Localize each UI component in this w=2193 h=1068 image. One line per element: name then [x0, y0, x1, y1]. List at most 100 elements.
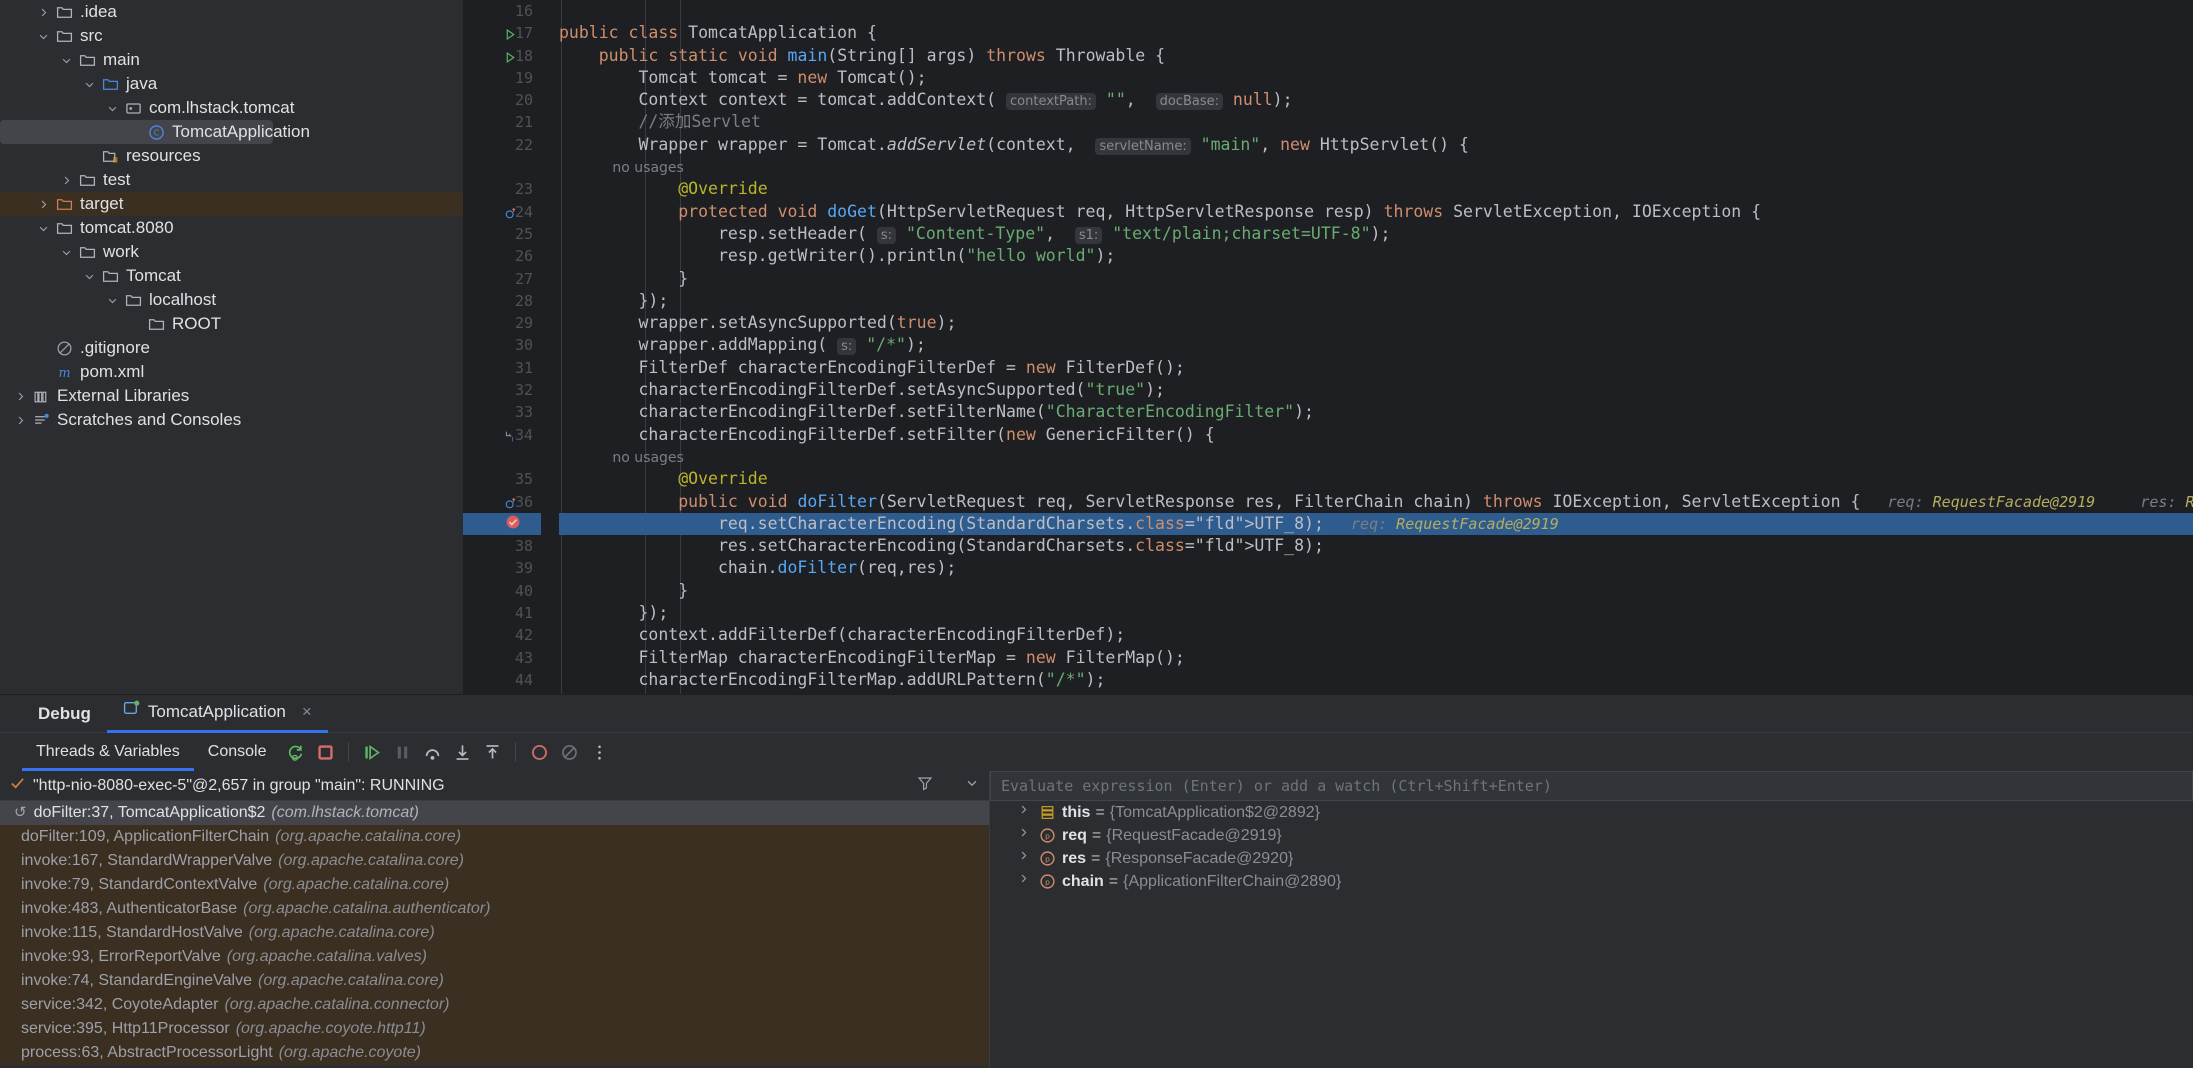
code-line-39[interactable]: chain.doFilter(req,res);	[559, 557, 2193, 579]
view-breakpoints-button[interactable]	[524, 737, 554, 767]
code-line-38[interactable]: res.setCharacterEncoding(StandardCharset…	[559, 535, 2193, 557]
gutter-line-35[interactable]: 35	[463, 468, 541, 490]
code-line-41[interactable]: });	[559, 602, 2193, 624]
gutter-line-27[interactable]: 27	[463, 268, 541, 290]
gutter-line-44[interactable]: 44	[463, 669, 541, 691]
frame-row[interactable]: doFilter:109, ApplicationFilterChain(org…	[0, 825, 989, 849]
gutter-line-34[interactable]: I34	[463, 424, 541, 446]
chevron-right-icon[interactable]	[56, 175, 76, 186]
gutter-line-17[interactable]: 17	[463, 22, 541, 44]
project-tool-window[interactable]: .ideasrcmainjava com.lhstack.tomcat CTom…	[0, 0, 463, 694]
breakpoint-icon[interactable]	[505, 514, 521, 536]
code-line-30[interactable]: wrapper.addMapping( s: "/*");	[559, 334, 2193, 356]
variable-row[interactable]: preq={RequestFacade@2919}	[990, 824, 2193, 847]
thread-status-bar[interactable]: "http-nio-8080-exec-5"@2,657 in group "m…	[0, 771, 989, 801]
frames-panel[interactable]: "http-nio-8080-exec-5"@2,657 in group "m…	[0, 771, 990, 1068]
step-over-button[interactable]	[417, 737, 447, 767]
code-line-34[interactable]: characterEncodingFilterDef.setFilter(new…	[559, 424, 2193, 446]
code-line-26[interactable]: resp.getWriter().println("hello world");	[559, 245, 2193, 267]
code-line-25[interactable]: resp.setHeader( s: "Content-Type", s1: "…	[559, 223, 2193, 245]
code-line-22[interactable]: Wrapper wrapper = Tomcat.addServlet(cont…	[559, 134, 2193, 156]
gutter-line-24[interactable]: 24	[463, 201, 541, 223]
tree-item-tomcat-8080[interactable]: tomcat.8080	[0, 216, 463, 240]
code-line-28[interactable]: });	[559, 290, 2193, 312]
gutter-line-blank[interactable]	[463, 156, 541, 178]
gutter-line-31[interactable]: 31	[463, 357, 541, 379]
frame-row[interactable]: invoke:79, StandardContextValve(org.apac…	[0, 873, 989, 897]
gutter-line-39[interactable]: 39	[463, 557, 541, 579]
gutter-line-38[interactable]: 38	[463, 535, 541, 557]
code-line-43[interactable]: FilterMap characterEncodingFilterMap = n…	[559, 647, 2193, 669]
chevron-right-icon[interactable]	[1018, 801, 1029, 824]
variable-row[interactable]: this={TomcatApplication$2@2892}	[990, 801, 2193, 824]
tree-item-resources[interactable]: resources	[0, 144, 463, 168]
chevron-right-icon[interactable]	[10, 391, 30, 402]
tree-item-localhost[interactable]: localhost	[0, 288, 463, 312]
code-editor[interactable]: 161718192021222324252627282930313233I343…	[463, 0, 2193, 694]
code-line-37[interactable]: req.setCharacterEncoding(StandardCharset…	[559, 513, 2193, 535]
chevron-right-icon[interactable]	[33, 199, 53, 210]
gutter-line-40[interactable]: 40	[463, 580, 541, 602]
chevron-down-icon[interactable]	[79, 271, 99, 282]
gutter-line-23[interactable]: 23	[463, 178, 541, 200]
gutter-line-45[interactable]: 45	[463, 691, 541, 694]
code-line-31[interactable]: FilterDef characterEncodingFilterDef = n…	[559, 357, 2193, 379]
variable-row[interactable]: pres={ResponseFacade@2920}	[990, 847, 2193, 870]
gutter-line-32[interactable]: 32	[463, 379, 541, 401]
debug-tool-window[interactable]: Debug TomcatApplication × Threads & Vari…	[0, 694, 2193, 1068]
tree-item-java[interactable]: java	[0, 72, 463, 96]
chevron-down-icon[interactable]	[33, 223, 53, 234]
chevron-right-icon[interactable]	[1018, 847, 1029, 870]
variables-panel[interactable]: Evaluate expression (Enter) or add a wat…	[990, 771, 2193, 1068]
step-out-button[interactable]	[477, 737, 507, 767]
gutter-line-41[interactable]: 41	[463, 602, 541, 624]
code-line-40[interactable]: }	[559, 580, 2193, 602]
evaluate-expression-input[interactable]: Evaluate expression (Enter) or add a wat…	[990, 771, 2193, 801]
code-line-inlay[interactable]: no usages	[559, 446, 2193, 468]
gutter-line-22[interactable]: 22	[463, 134, 541, 156]
chevron-down-icon[interactable]	[79, 79, 99, 90]
mute-breakpoints-button[interactable]	[554, 737, 584, 767]
gutter-line-29[interactable]: 29	[463, 312, 541, 334]
code-line-27[interactable]: }	[559, 268, 2193, 290]
code-line-45[interactable]: characterEncodingFilterMap.setFilterName…	[559, 691, 2193, 694]
tree-item-com-lhstack-tomcat[interactable]: com.lhstack.tomcat	[0, 96, 463, 120]
gutter-line-20[interactable]: 20	[463, 89, 541, 111]
gutter-line-21[interactable]: 21	[463, 111, 541, 133]
editor-gutter[interactable]: 161718192021222324252627282930313233I343…	[463, 0, 541, 694]
gutter-line-16[interactable]: 16	[463, 0, 541, 22]
gutter-line-18[interactable]: 18	[463, 45, 541, 67]
code-line-17[interactable]: public class TomcatApplication {	[559, 22, 2193, 44]
gutter-line-43[interactable]: 43	[463, 647, 541, 669]
close-icon[interactable]: ×	[302, 693, 312, 731]
chevron-down-icon[interactable]	[965, 776, 979, 795]
gutter-line-28[interactable]: 28	[463, 290, 541, 312]
frame-row[interactable]: invoke:115, StandardHostValve(org.apache…	[0, 921, 989, 945]
code-line-32[interactable]: characterEncodingFilterDef.setAsyncSuppo…	[559, 379, 2193, 401]
frame-row[interactable]: invoke:74, StandardEngineValve(org.apach…	[0, 969, 989, 993]
tab-console[interactable]: Console	[194, 733, 281, 771]
frames-list[interactable]: ↺doFilter:37, TomcatApplication$2(com.lh…	[0, 801, 989, 1065]
frame-row[interactable]: invoke:167, StandardWrapperValve(org.apa…	[0, 849, 989, 873]
code-line-23[interactable]: @Override	[559, 178, 2193, 200]
code-line-16[interactable]	[559, 0, 2193, 22]
tree-item-target[interactable]: target	[0, 192, 463, 216]
tree-item--idea[interactable]: .idea	[0, 0, 463, 24]
code-line-24[interactable]: protected void doGet(HttpServletRequest …	[559, 201, 2193, 223]
gutter-line-42[interactable]: 42	[463, 624, 541, 646]
gutter-line-30[interactable]: 30	[463, 334, 541, 356]
tree-item-main[interactable]: main	[0, 48, 463, 72]
tree-item-tomcatapplication[interactable]: CTomcatApplication	[0, 120, 273, 144]
chevron-down-icon[interactable]	[102, 103, 122, 114]
code-line-20[interactable]: Context context = tomcat.addContext( con…	[559, 89, 2193, 111]
frame-row[interactable]: process:63, AbstractProcessorLight(org.a…	[0, 1041, 989, 1065]
code-line-inlay[interactable]: no usages	[559, 156, 2193, 178]
chevron-right-icon[interactable]	[33, 7, 53, 18]
gutter-line-33[interactable]: 33	[463, 401, 541, 423]
debug-toolbar[interactable]: Threads & Variables Console	[0, 733, 2193, 771]
tree-item-src[interactable]: src	[0, 24, 463, 48]
more-options-button[interactable]	[584, 737, 614, 767]
code-line-21[interactable]: //添加Servlet	[559, 111, 2193, 133]
code-line-35[interactable]: @Override	[559, 468, 2193, 490]
gutter-line-blank[interactable]	[463, 446, 541, 468]
